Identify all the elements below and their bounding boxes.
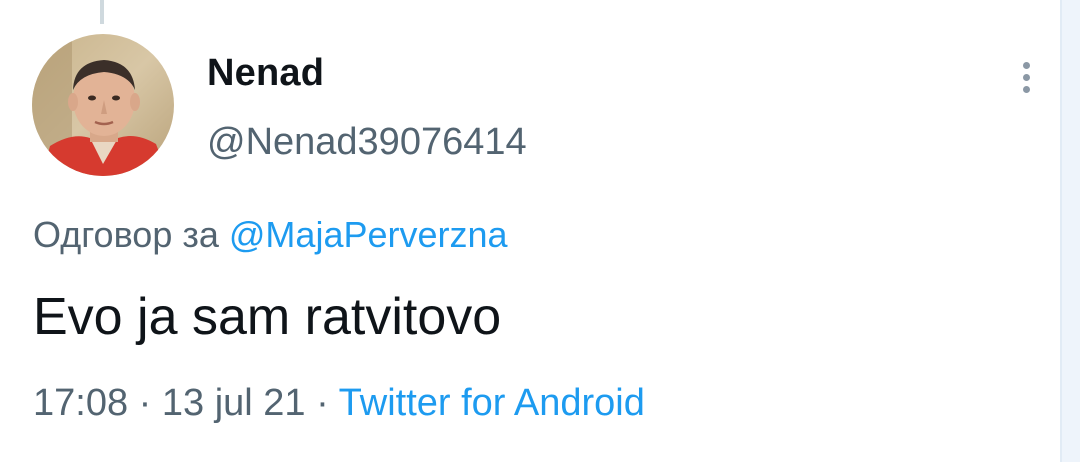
avatar-photo bbox=[32, 34, 174, 176]
tweet-source-link[interactable]: Twitter for Android bbox=[339, 382, 645, 424]
author-handle[interactable]: @Nenad39076414 bbox=[207, 119, 527, 165]
more-vertical-icon bbox=[1023, 62, 1030, 69]
more-vertical-icon-dot bbox=[1023, 74, 1030, 81]
more-vertical-icon-dot bbox=[1023, 86, 1030, 93]
tweet-metadata: 17:08 · 13 jul 21 · Twitter for Android bbox=[33, 380, 645, 426]
meta-separator: · bbox=[138, 382, 152, 424]
tweet-time[interactable]: 17:08 bbox=[33, 382, 128, 424]
thread-connector-line bbox=[100, 0, 104, 24]
tweet-text: Evo ja sam ratvitovo bbox=[33, 288, 502, 346]
scroll-edge bbox=[1060, 0, 1080, 462]
author-display-name[interactable]: Nenad bbox=[207, 50, 324, 96]
reply-context: Одговор за @MajaPerverzna bbox=[33, 212, 508, 258]
tweet-detail: Nenad @Nenad39076414 Одговор за @MajaPer… bbox=[0, 0, 1080, 462]
meta-separator: · bbox=[316, 382, 329, 424]
more-options-button[interactable] bbox=[1008, 56, 1044, 96]
tweet-date[interactable]: 13 jul 21 bbox=[162, 382, 306, 424]
avatar[interactable] bbox=[32, 34, 174, 176]
reply-prefix: Одговор за bbox=[33, 214, 219, 255]
reply-mention-link[interactable]: @MajaPerverzna bbox=[229, 214, 508, 255]
